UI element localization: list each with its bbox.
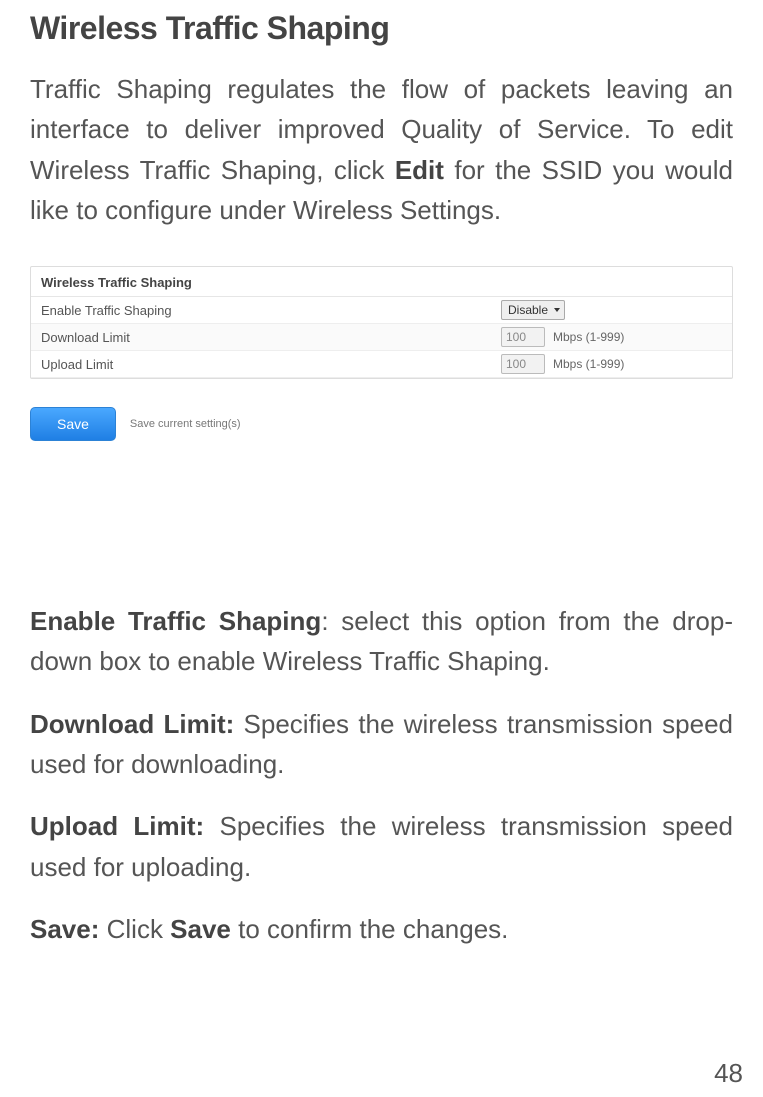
def-save: Save: Click Save to confirm the changes. (30, 909, 733, 949)
enable-traffic-shaping-value: Disable (508, 303, 548, 317)
intro-paragraph: Traffic Shaping regulates the flow of pa… (30, 69, 733, 230)
chevron-down-icon (554, 308, 560, 312)
page-number: 48 (714, 1058, 743, 1089)
upload-limit-input[interactable] (501, 354, 545, 374)
row-enable-traffic-shaping: Enable Traffic Shaping Disable (31, 297, 732, 324)
intro-bold-edit: Edit (395, 155, 444, 185)
text-save2: to confirm the changes. (231, 914, 508, 944)
download-limit-input[interactable] (501, 327, 545, 347)
def-upload-limit: Upload Limit: Specifies the wireless tra… (30, 806, 733, 887)
term-enable: Enable Traffic Shaping (30, 606, 321, 636)
row-upload-limit: Upload Limit Mbps (1-999) (31, 351, 732, 378)
bold-save: Save (170, 914, 231, 944)
definition-list: Enable Traffic Shaping: select this opti… (30, 601, 733, 949)
spacer (30, 481, 733, 601)
panel-title: Wireless Traffic Shaping (31, 267, 732, 297)
page-heading: Wireless Traffic Shaping (30, 10, 733, 47)
label-enable-traffic-shaping: Enable Traffic Shaping (41, 303, 501, 318)
save-button[interactable]: Save (30, 407, 116, 441)
term-save: Save: (30, 914, 99, 944)
term-download: Download Limit: (30, 709, 234, 739)
row-download-limit: Download Limit Mbps (1-999) (31, 324, 732, 351)
save-hint-text: Save current setting(s) (130, 418, 241, 430)
enable-traffic-shaping-select[interactable]: Disable (501, 300, 565, 320)
label-upload-limit: Upload Limit (41, 357, 501, 372)
def-enable-traffic-shaping: Enable Traffic Shaping: select this opti… (30, 601, 733, 682)
save-row: Save Save current setting(s) (30, 407, 733, 441)
download-limit-unit: Mbps (1-999) (553, 330, 624, 344)
label-download-limit: Download Limit (41, 330, 501, 345)
settings-panel: Wireless Traffic Shaping Enable Traffic … (30, 266, 733, 379)
term-upload: Upload Limit: (30, 811, 204, 841)
text-save1: Click (99, 914, 170, 944)
upload-limit-unit: Mbps (1-999) (553, 357, 624, 371)
def-download-limit: Download Limit: Specifies the wireless t… (30, 704, 733, 785)
